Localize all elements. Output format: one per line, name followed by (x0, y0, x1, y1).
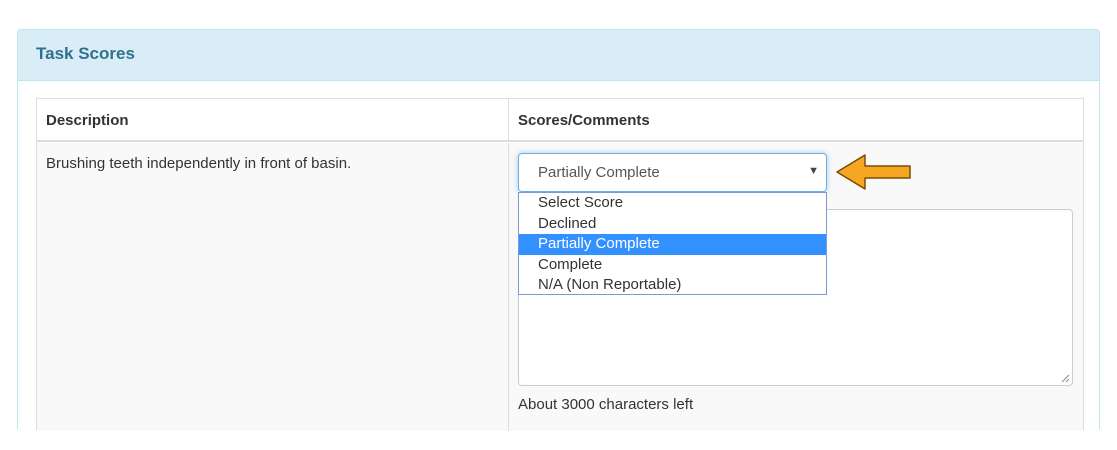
panel-heading: Task Scores (18, 30, 1099, 81)
task-description: Brushing teeth independently in front of… (37, 143, 509, 431)
table-row: Brushing teeth independently in front of… (37, 143, 1083, 431)
option-complete[interactable]: Complete (519, 255, 826, 276)
score-options-list: Select Score Declined Partially Complete… (518, 192, 827, 295)
option-na[interactable]: N/A (Non Reportable) (519, 275, 826, 296)
score-select-value: Partially Complete (538, 164, 660, 181)
caret-down-icon: ▼ (808, 165, 819, 177)
option-select-score[interactable]: Select Score (519, 193, 826, 214)
task-scores-table: Description Scores/Comments Brushing tee… (36, 98, 1084, 431)
task-scores-panel: Task Scores Description Scores/Comments … (17, 29, 1100, 431)
scores-cell: Partially Complete ▼ Select Score Declin… (509, 143, 1083, 431)
characters-left-counter: About 3000 characters left (518, 396, 694, 413)
panel-title: Task Scores (36, 44, 135, 63)
column-header-scores: Scores/Comments (509, 99, 1084, 142)
arrow-left-icon (836, 154, 911, 190)
score-select[interactable]: Partially Complete ▼ (518, 153, 827, 192)
option-declined[interactable]: Declined (519, 214, 826, 235)
column-header-description: Description (37, 99, 509, 142)
option-partially-complete[interactable]: Partially Complete (519, 234, 826, 255)
resize-grip-icon[interactable] (1060, 373, 1070, 383)
